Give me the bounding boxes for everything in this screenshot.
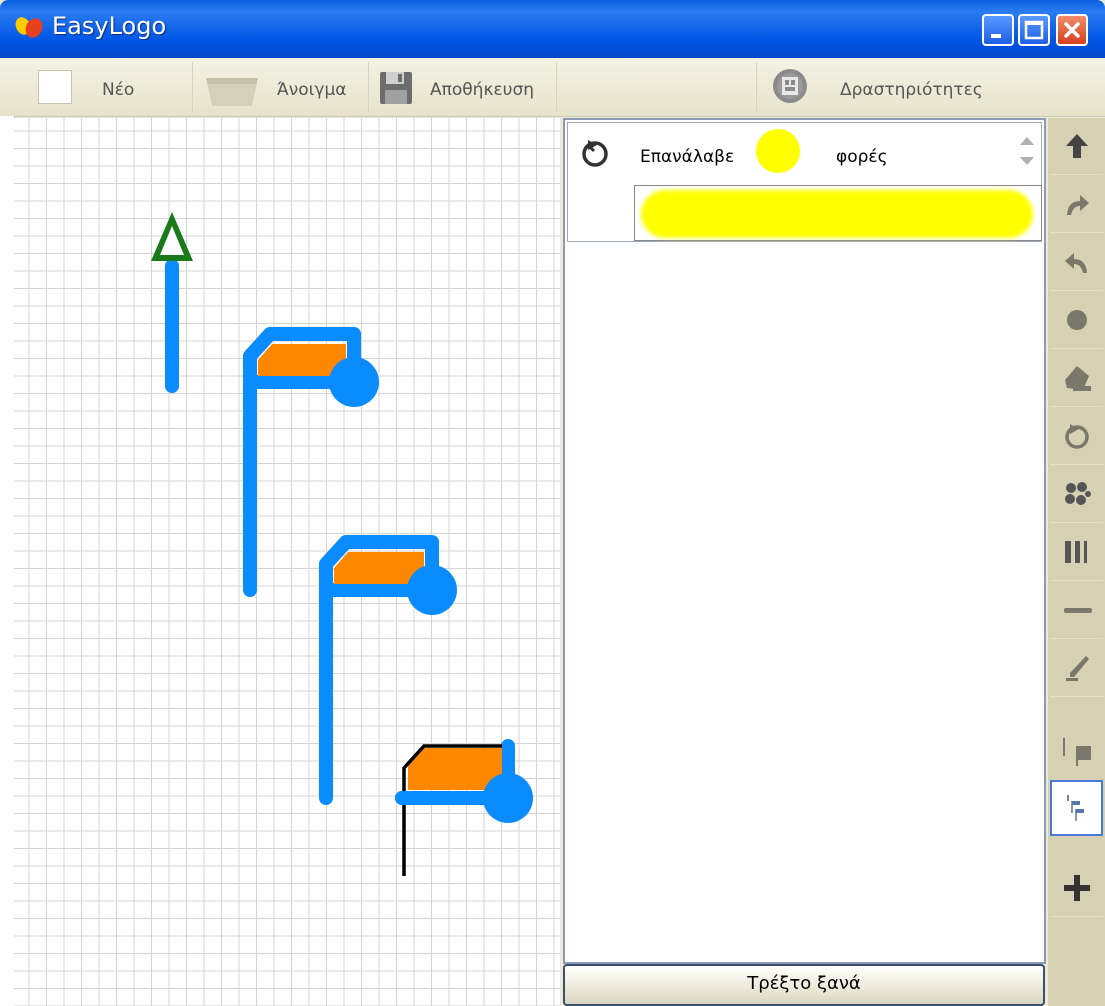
flag-dot-3 <box>483 773 533 823</box>
title-bar: EasyLogo <box>0 0 1105 58</box>
new-button[interactable]: Νέο <box>20 60 188 114</box>
close-icon <box>1064 22 1080 38</box>
new-document-icon <box>38 70 72 104</box>
repeat-count-input[interactable] <box>756 129 800 173</box>
close-button[interactable] <box>1056 14 1088 46</box>
window-title: EasyLogo <box>52 12 167 40</box>
pen-icon <box>1065 656 1089 681</box>
activities-label: Δραστηριότητες <box>840 80 983 100</box>
bars-icon <box>1064 541 1087 563</box>
pen-command[interactable] <box>1050 640 1103 697</box>
flags-steps-command[interactable] <box>1050 780 1103 836</box>
dots-cluster-icon <box>1064 482 1091 505</box>
turn-right-icon <box>1066 195 1089 215</box>
stepper-up-icon[interactable] <box>1020 137 1034 145</box>
minimize-button[interactable] <box>982 14 1014 46</box>
repeat-times-label: φορές <box>836 147 888 167</box>
maximize-icon <box>1024 20 1044 40</box>
turn-left-command[interactable] <box>1050 234 1103 291</box>
repeat-body-highlight <box>641 190 1033 238</box>
maximize-button[interactable] <box>1018 14 1050 46</box>
repeat-body-slot[interactable] <box>634 185 1042 241</box>
save-button[interactable]: Αποθήκευση <box>372 60 556 114</box>
toolbar-divider <box>192 62 193 112</box>
turn-left-icon <box>1064 253 1087 273</box>
stepper-down-icon[interactable] <box>1020 157 1034 165</box>
toolbar-divider <box>556 62 557 112</box>
activities-button[interactable]: Δραστηριότητες <box>760 60 1000 114</box>
flag-icon <box>1062 738 1091 766</box>
pattern-command[interactable] <box>1050 466 1103 523</box>
turtle-drawing <box>151 212 533 876</box>
plus-icon <box>1063 875 1090 901</box>
repeat-icon <box>1064 424 1089 449</box>
toolbar-divider <box>756 62 757 112</box>
new-label: Νέο <box>102 80 135 100</box>
program-panel[interactable]: Επανάλαβε φορές <box>563 118 1046 964</box>
open-folder-icon <box>206 78 258 106</box>
up-arrow-icon <box>1065 134 1088 158</box>
flag-command[interactable] <box>1050 724 1103 781</box>
flags-steps-icon <box>1066 795 1084 821</box>
repeat-icon <box>582 140 608 167</box>
run-again-button[interactable]: Τρέξτο ξανά <box>563 964 1045 1006</box>
flag-dot-2 <box>407 565 457 615</box>
add-command[interactable] <box>1050 860 1103 917</box>
fill-command[interactable] <box>1050 350 1103 407</box>
save-label: Αποθήκευση <box>430 80 535 100</box>
open-button[interactable]: Άνοιγμα <box>196 60 366 114</box>
repeat-block[interactable]: Επανάλαβε φορές <box>567 122 1042 242</box>
line-icon <box>1063 608 1092 613</box>
turtle-icon <box>151 212 193 261</box>
pen-width-command[interactable] <box>1050 524 1103 581</box>
toolbar: Νέο Άνοιγμα Αποθήκευση Δραστηριότητες <box>0 58 1105 117</box>
open-label: Άνοιγμα <box>277 80 347 100</box>
flag-dot-1 <box>329 357 379 407</box>
line-command[interactable] <box>1050 582 1103 639</box>
canvas-border <box>0 116 15 1006</box>
fill-bucket-icon <box>1064 366 1091 391</box>
turn-right-command[interactable] <box>1050 176 1103 233</box>
forward-command[interactable] <box>1050 118 1103 175</box>
activities-icon <box>773 69 807 103</box>
floppy-disk-icon <box>380 72 412 104</box>
repeat-command[interactable] <box>1050 408 1103 465</box>
repeat-label: Επανάλαβε <box>640 147 735 167</box>
dot-icon <box>1066 310 1087 330</box>
dot-command[interactable] <box>1050 292 1103 349</box>
minimize-icon <box>991 34 1001 38</box>
app-logo-icon <box>15 17 43 38</box>
command-palette <box>1048 118 1105 1006</box>
toolbar-divider <box>368 62 369 112</box>
